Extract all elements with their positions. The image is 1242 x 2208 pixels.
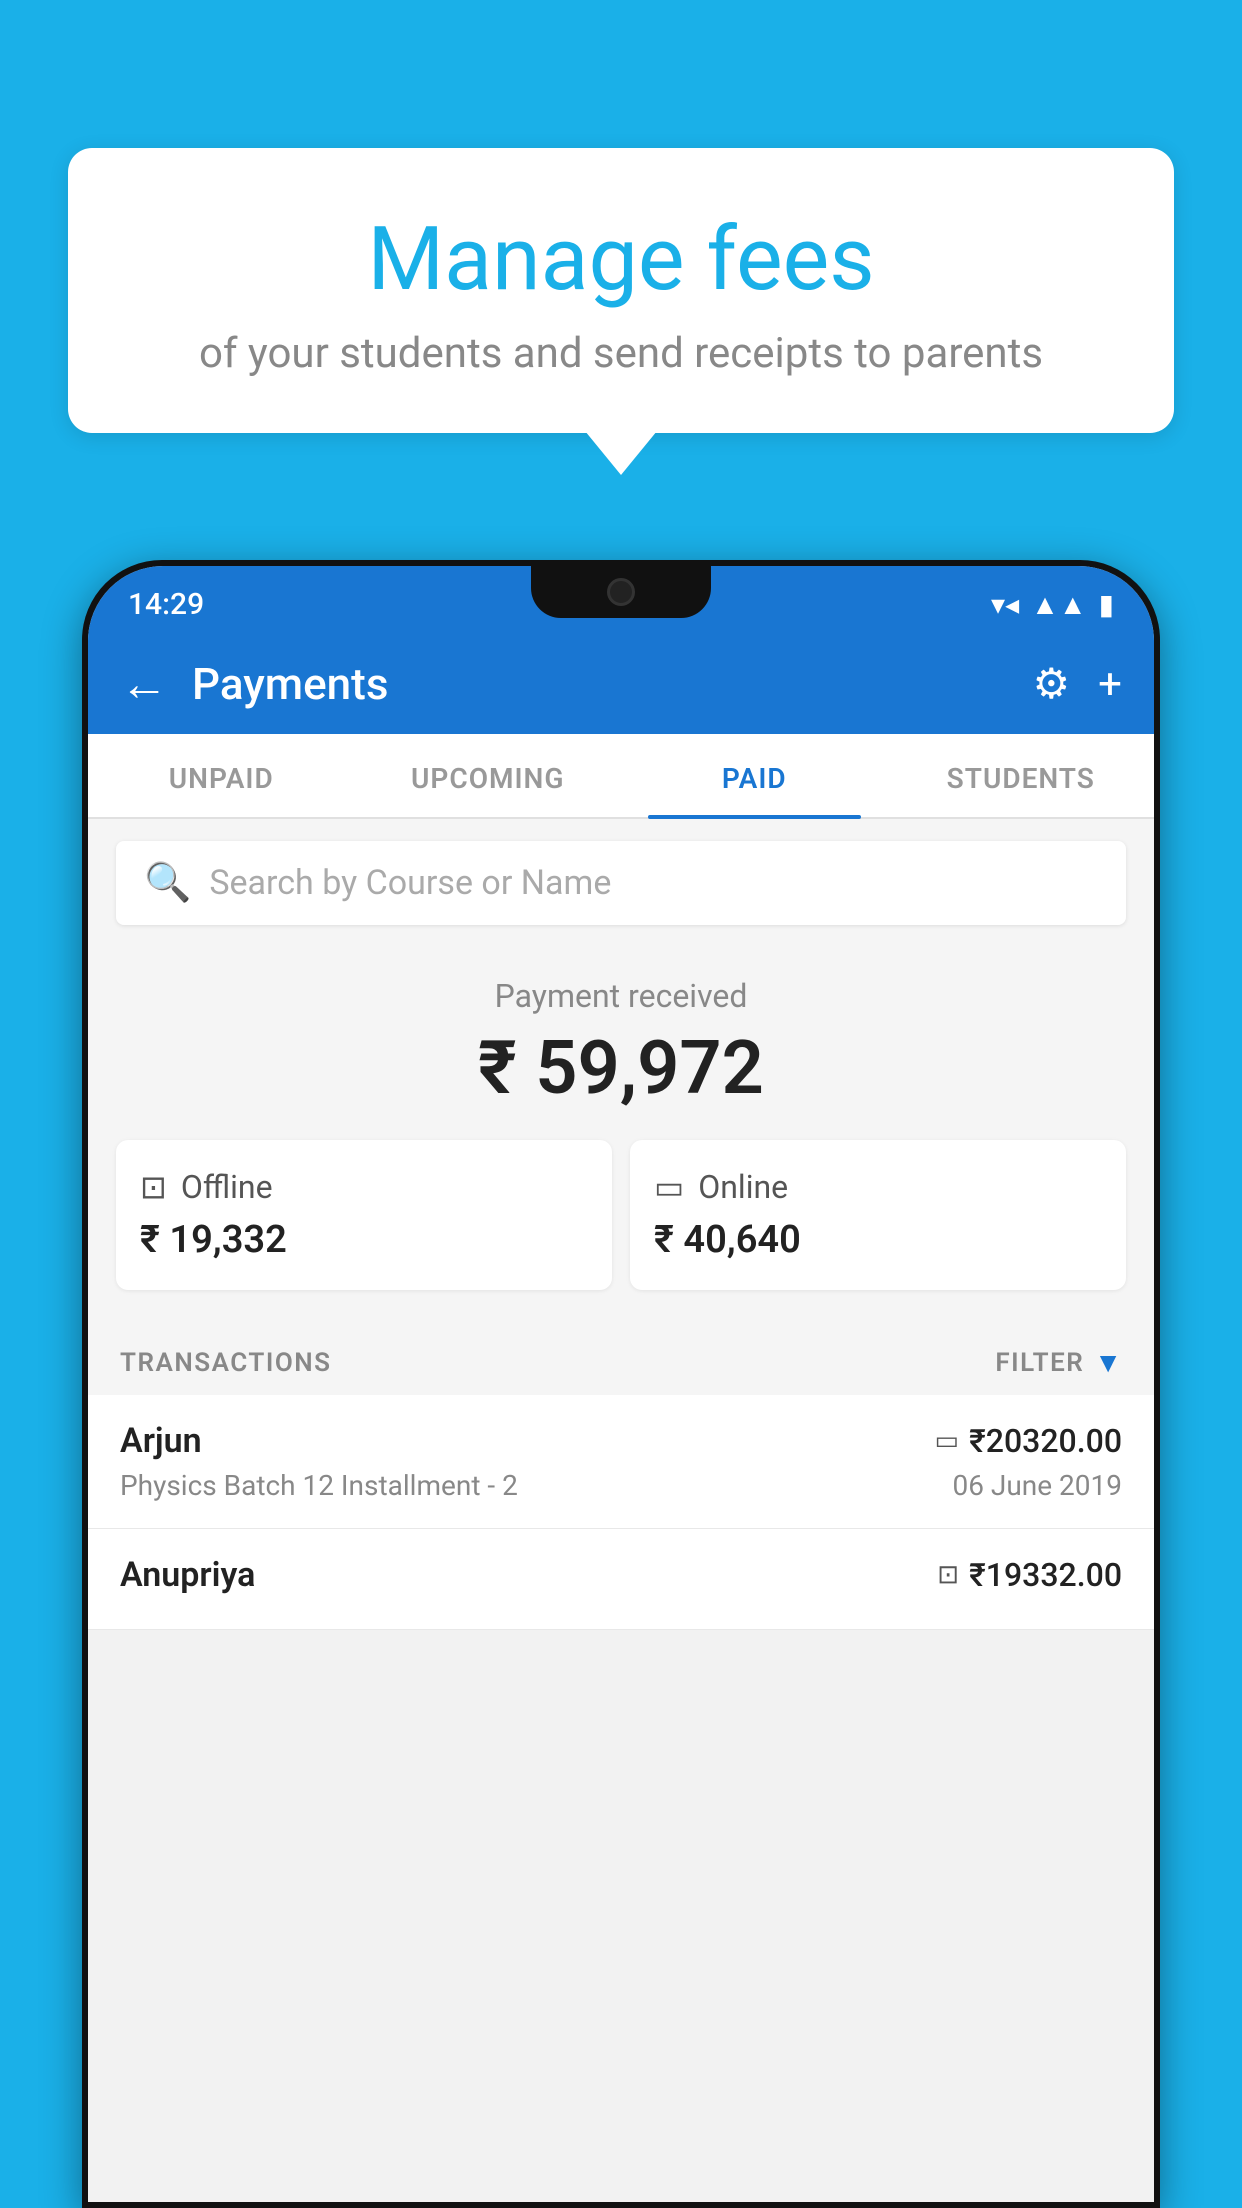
payment-summary: Payment received ₹ 59,972 ⊡ Offline ₹ 19…	[88, 947, 1154, 1318]
payment-total-amount: ₹ 59,972	[116, 1025, 1126, 1112]
search-container: 🔍 Search by Course or Name	[88, 819, 1154, 947]
offline-card: ⊡ Offline ₹ 19,332	[116, 1140, 612, 1290]
transaction-date: 06 June 2019	[952, 1469, 1122, 1502]
transaction-amount-wrap: ▭ ₹20320.00	[935, 1422, 1122, 1460]
search-placeholder: Search by Course or Name	[209, 863, 611, 903]
phone-frame: 14:29 ▾◂ ▲▲ ▮ ← Payments ⚙ + UNPAID UPCO…	[82, 560, 1160, 2208]
online-label: Online	[698, 1168, 788, 1206]
filter-button[interactable]: FILTER ▼	[995, 1346, 1122, 1379]
status-icons: ▾◂ ▲▲ ▮	[991, 588, 1114, 621]
speech-bubble-heading: Manage fees	[116, 208, 1126, 311]
transaction-row: Arjun ▭ ₹20320.00 Physics Batch 12 Insta…	[88, 1395, 1154, 1529]
add-button[interactable]: +	[1098, 660, 1122, 709]
app-title: Payments	[192, 658, 1009, 710]
phone-notch	[531, 566, 711, 618]
speech-bubble-subtext: of your students and send receipts to pa…	[116, 329, 1126, 378]
phone-screen: 14:29 ▾◂ ▲▲ ▮ ← Payments ⚙ + UNPAID UPCO…	[88, 566, 1154, 2202]
tabs-bar: UNPAID UPCOMING PAID STUDENTS	[88, 734, 1154, 819]
transaction-name: Arjun	[120, 1421, 202, 1461]
offline-amount: ₹ 19,332	[140, 1218, 588, 1262]
search-box[interactable]: 🔍 Search by Course or Name	[116, 841, 1126, 925]
transactions-header: TRANSACTIONS FILTER ▼	[88, 1318, 1154, 1395]
cash-icon: ⊡	[937, 1560, 959, 1590]
tab-unpaid[interactable]: UNPAID	[88, 734, 355, 817]
transaction-name-2: Anupriya	[120, 1555, 255, 1595]
payment-cards: ⊡ Offline ₹ 19,332 ▭ Online ₹ 40,640	[116, 1140, 1126, 1290]
filter-icon: ▼	[1094, 1346, 1122, 1379]
transactions-label: TRANSACTIONS	[120, 1348, 332, 1378]
app-bar: ← Payments ⚙ +	[88, 634, 1154, 734]
filter-label: FILTER	[995, 1348, 1084, 1378]
transaction-list: Arjun ▭ ₹20320.00 Physics Batch 12 Insta…	[88, 1395, 1154, 1630]
transaction-row: Anupriya ⊡ ₹19332.00	[88, 1529, 1154, 1630]
search-icon: 🔍	[144, 861, 191, 905]
speech-bubble: Manage fees of your students and send re…	[68, 148, 1174, 433]
transaction-amount-2: ₹19332.00	[969, 1556, 1122, 1594]
tab-students[interactable]: STUDENTS	[888, 734, 1155, 817]
wifi-icon: ▾◂	[991, 588, 1019, 621]
signal-icon: ▲▲	[1031, 588, 1086, 621]
transaction-amount: ₹20320.00	[969, 1422, 1122, 1460]
online-amount: ₹ 40,640	[654, 1218, 1102, 1262]
tab-upcoming[interactable]: UPCOMING	[355, 734, 622, 817]
transaction-amount-wrap-2: ⊡ ₹19332.00	[937, 1556, 1122, 1594]
offline-icon: ⊡	[140, 1168, 167, 1206]
card-icon: ▭	[935, 1426, 960, 1456]
settings-button[interactable]: ⚙	[1033, 659, 1071, 709]
online-card: ▭ Online ₹ 40,640	[630, 1140, 1126, 1290]
app-bar-actions: ⚙ +	[1033, 659, 1123, 709]
back-button[interactable]: ←	[120, 660, 168, 708]
status-time: 14:29	[128, 587, 204, 622]
online-icon: ▭	[654, 1168, 684, 1206]
payment-received-label: Payment received	[116, 977, 1126, 1015]
offline-label: Offline	[181, 1168, 273, 1206]
battery-icon: ▮	[1099, 588, 1114, 621]
camera	[607, 578, 635, 606]
tab-paid[interactable]: PAID	[621, 734, 888, 817]
transaction-course: Physics Batch 12 Installment - 2	[120, 1469, 518, 1502]
